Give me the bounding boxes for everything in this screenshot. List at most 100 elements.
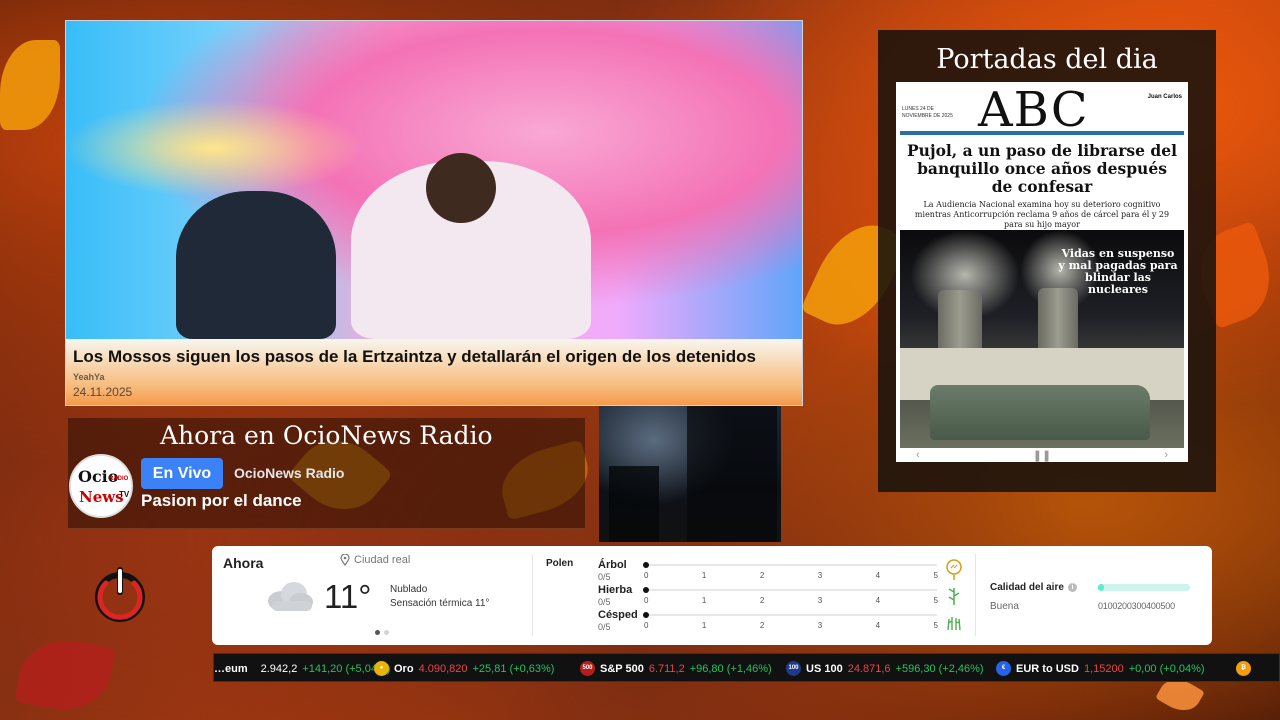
air-quality-scale: 0100200300400500: [1098, 601, 1175, 611]
pollen-value: 0/5: [598, 572, 611, 582]
air-quality-title: Calidad del aire i: [990, 582, 1077, 593]
radio-station: OcioNews Radio: [234, 465, 345, 481]
tick-label: 1: [701, 571, 707, 580]
pollen-marker: [643, 587, 649, 593]
live-button[interactable]: En Vivo: [141, 458, 223, 489]
tick-label: 3: [817, 571, 823, 580]
radio-logo: Ocio RADIO News TV: [69, 454, 133, 518]
carousel-dot[interactable]: [375, 630, 380, 635]
bitcoin-icon: ₿: [1236, 661, 1251, 676]
video-shape: [609, 466, 659, 542]
ticker-price: 2.942,2: [260, 662, 298, 675]
pollen-row: Hierba 0/5 0 1 2 3 4 5: [598, 584, 960, 610]
ticker-change: +25,81 (+0,63%): [472, 662, 555, 675]
news-card[interactable]: Los Mossos siguen los pasos de la Ertzai…: [65, 20, 803, 406]
ticker-price: 1,15200: [1083, 662, 1124, 675]
ticker-item[interactable]: …eum 2.942,2 +141,20 (+5,04%): [214, 654, 390, 681]
tick-label: 2: [759, 621, 765, 630]
cover-photo: Vidas en suspenso y mal pagadas para bli…: [900, 230, 1184, 448]
chevron-left-icon[interactable]: ‹: [916, 449, 920, 461]
ticker-item[interactable]: ₿: [1236, 654, 1251, 681]
ticker-change: +0,00 (+0,04%): [1128, 662, 1205, 675]
air-quality-fill: [1098, 584, 1104, 591]
tick-label: 2: [759, 571, 765, 580]
info-icon[interactable]: i: [1067, 583, 1077, 592]
tick-label: 5: [933, 571, 938, 580]
radio-logo-text: RADIO: [109, 476, 129, 482]
tick-label: 0: [644, 596, 649, 605]
location-pin-icon: [340, 554, 350, 566]
tick-label: 4: [875, 596, 881, 605]
herb-pollen-icon: [948, 588, 960, 605]
radio-heading: Ahora en OcioNews Radio: [160, 421, 493, 450]
ticker-price: 6.711,2: [648, 662, 685, 675]
ticker-item[interactable]: 500 S&P 500 6.711,2 +96,80 (+1,46%): [580, 654, 772, 681]
tick-label: 5: [933, 621, 938, 630]
sp500-icon: 500: [580, 661, 595, 676]
ticker-item[interactable]: € EUR to USD 1,15200 +0,00 (+0,04%): [996, 654, 1205, 681]
person-head: [426, 153, 496, 223]
tick-label: 1: [701, 596, 707, 605]
temperature: 11°: [324, 578, 372, 615]
us100-icon: 100: [786, 661, 801, 676]
ticker-item[interactable]: ● Oro 4.090,820 +25,81 (+0,63%): [374, 654, 555, 681]
pause-icon[interactable]: ❚❚: [1033, 449, 1051, 462]
carousel-dot[interactable]: [384, 630, 389, 635]
cover-photo-headline: Vidas en suspenso y mal pagadas para bli…: [1058, 247, 1178, 296]
condition: Nublado: [390, 584, 428, 595]
divider: [68, 528, 585, 530]
person-figure: [176, 191, 336, 339]
radio-show: Pasion por el dance: [141, 491, 302, 510]
news-caption: Los Mossos siguen los pasos de la Ertzai…: [66, 339, 802, 405]
ticker-change: +596,30 (+2,46%): [895, 662, 984, 675]
divider: [532, 554, 533, 636]
ticker-name: …eum: [214, 662, 248, 675]
news-image: [66, 21, 802, 339]
pollen-scale: 0 1 2 3 4 5: [644, 571, 938, 580]
pollen-scale: 0 1 2 3 4 5: [644, 596, 938, 605]
tick-label: 5: [933, 596, 938, 605]
newspaper-cover[interactable]: LUNES 24 DE NOVIEMBRE DE 2025 ABC Juan C…: [896, 82, 1188, 462]
pollen-row: Césped 0/5 0 1 2 3 4 5: [598, 609, 961, 635]
ticker-name: Oro: [394, 662, 414, 675]
power-icon: [95, 567, 145, 622]
pollen-value: 0/5: [598, 597, 611, 607]
market-ticker: …eum 2.942,2 +141,20 (+5,04%) ● Oro 4.09…: [213, 653, 1280, 682]
cloud-icon: [268, 582, 313, 611]
pollen-marker: [643, 612, 649, 618]
pollen-track: [643, 587, 937, 593]
radio-logo-text: TV: [119, 490, 130, 499]
pollen-row: Árbol 0/5 0 1 2 3 4 5: [598, 559, 962, 585]
weather-widget: Ahora Ciudad real 11° Nublado Sensación …: [212, 546, 1212, 645]
tick-label: 3: [817, 596, 823, 605]
ticker-change: +96,80 (+1,46%): [689, 662, 772, 675]
air-quality-bar: [1098, 584, 1190, 591]
carousel-dots[interactable]: [375, 630, 389, 635]
tick-label: 0: [644, 621, 649, 630]
pollen-name: Árbol: [598, 559, 627, 571]
pollen-name: Hierba: [598, 584, 633, 596]
feels-like: Sensación térmica 11°: [390, 598, 490, 609]
video-shape: [687, 406, 777, 542]
ticker-price: 24.871,6: [847, 662, 891, 675]
air-quality-label: Calidad del aire: [990, 582, 1064, 593]
power-button[interactable]: [94, 565, 146, 623]
pollen-label: Polen: [546, 558, 574, 569]
front-pages-panel: Portadas del dia LUNES 24 DE NOVIEMBRE D…: [878, 30, 1216, 492]
cover-bar: [900, 131, 1184, 135]
chevron-right-icon[interactable]: ›: [1164, 449, 1168, 461]
tick-label: 3: [817, 621, 823, 630]
ticker-item[interactable]: 100 US 100 24.871,6 +596,30 (+2,46%): [786, 654, 984, 681]
video-player[interactable]: [599, 406, 781, 542]
pollen-value: 0/5: [598, 622, 611, 632]
divider: [975, 554, 976, 636]
cover-right-text: Juan Carlos: [1147, 94, 1182, 100]
tick-label: 4: [875, 571, 881, 580]
location-label[interactable]: Ciudad real: [340, 554, 410, 566]
pollen-name: Césped: [598, 609, 638, 621]
cover-headline: Pujol, a un paso de librarse del banquil…: [907, 141, 1177, 196]
pollen-marker: [643, 562, 649, 568]
pollen-scale: 0 1 2 3 4 5: [644, 621, 938, 630]
tick-label: 0: [644, 571, 649, 580]
news-title[interactable]: Los Mossos siguen los pasos de la Ertzai…: [73, 347, 795, 367]
